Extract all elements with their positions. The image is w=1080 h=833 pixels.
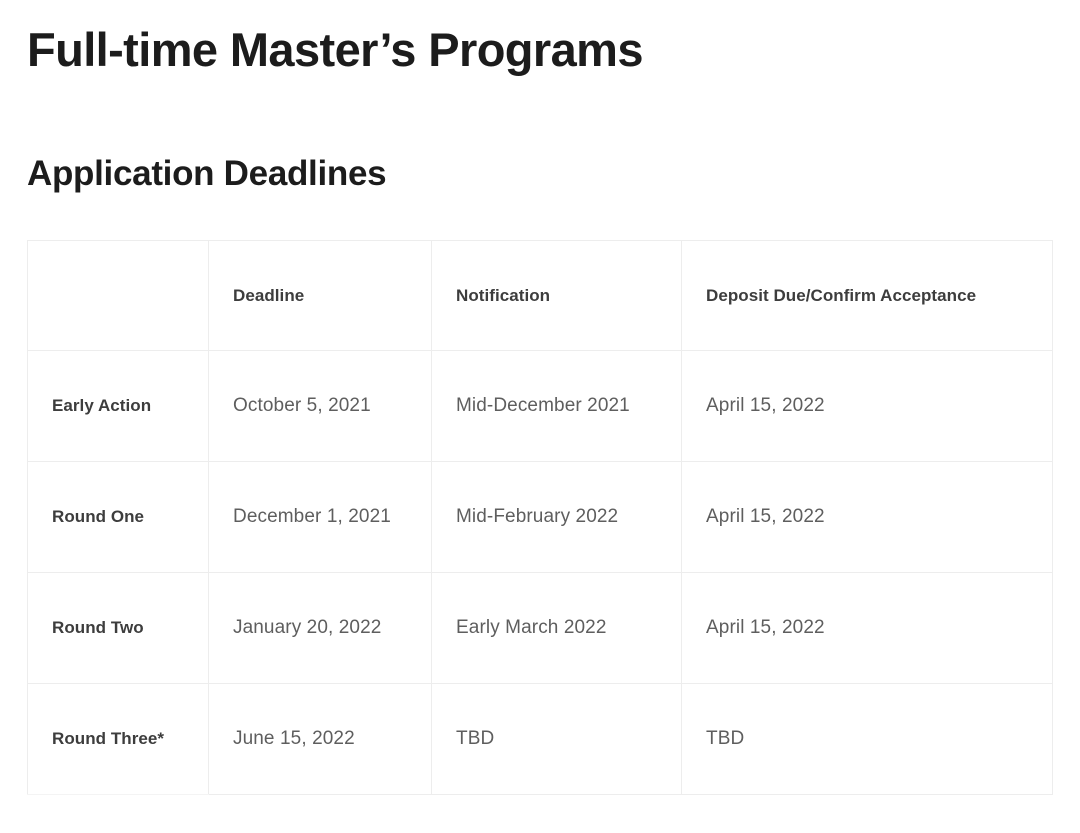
section-title: Application Deadlines xyxy=(27,154,387,194)
row-header-round-two: Round Two xyxy=(27,572,209,685)
page-root: Full-time Master’s Programs Application … xyxy=(0,0,1080,833)
cell-notification: TBD xyxy=(431,683,682,796)
table-row: Round One December 1, 2021 Mid-February … xyxy=(27,461,1053,574)
cell-deadline: June 15, 2022 xyxy=(208,683,432,796)
column-header-notification: Notification xyxy=(431,240,682,352)
cell-deposit: April 15, 2022 xyxy=(681,572,1053,685)
row-header-early-action: Early Action xyxy=(27,350,209,463)
cell-notification: Mid-February 2022 xyxy=(431,461,682,574)
cell-deadline: January 20, 2022 xyxy=(208,572,432,685)
cell-notification: Mid-December 2021 xyxy=(431,350,682,463)
page-title: Full-time Master’s Programs xyxy=(27,23,643,76)
row-header-round-one: Round One xyxy=(27,461,209,574)
application-deadlines-table: Deadline Notification Deposit Due/Confir… xyxy=(27,240,1053,796)
cell-deadline: December 1, 2021 xyxy=(208,461,432,574)
table-row: Early Action October 5, 2021 Mid-Decembe… xyxy=(27,350,1053,463)
table-header-row: Deadline Notification Deposit Due/Confir… xyxy=(27,240,1053,352)
cell-deposit: TBD xyxy=(681,683,1053,796)
column-header-blank xyxy=(27,240,209,352)
cell-deposit: April 15, 2022 xyxy=(681,350,1053,463)
column-header-deposit-due: Deposit Due/Confirm Acceptance xyxy=(681,240,1053,352)
table-body: Early Action October 5, 2021 Mid-Decembe… xyxy=(27,350,1053,796)
table-header: Deadline Notification Deposit Due/Confir… xyxy=(27,240,1053,352)
deadlines-table-container: Deadline Notification Deposit Due/Confir… xyxy=(27,240,1053,796)
cell-notification: Early March 2022 xyxy=(431,572,682,685)
column-header-deadline: Deadline xyxy=(208,240,432,352)
table-row: Round Three* June 15, 2022 TBD TBD xyxy=(27,683,1053,796)
cell-deposit: April 15, 2022 xyxy=(681,461,1053,574)
table-row: Round Two January 20, 2022 Early March 2… xyxy=(27,572,1053,685)
cell-deadline: October 5, 2021 xyxy=(208,350,432,463)
row-header-round-three: Round Three* xyxy=(27,683,209,796)
